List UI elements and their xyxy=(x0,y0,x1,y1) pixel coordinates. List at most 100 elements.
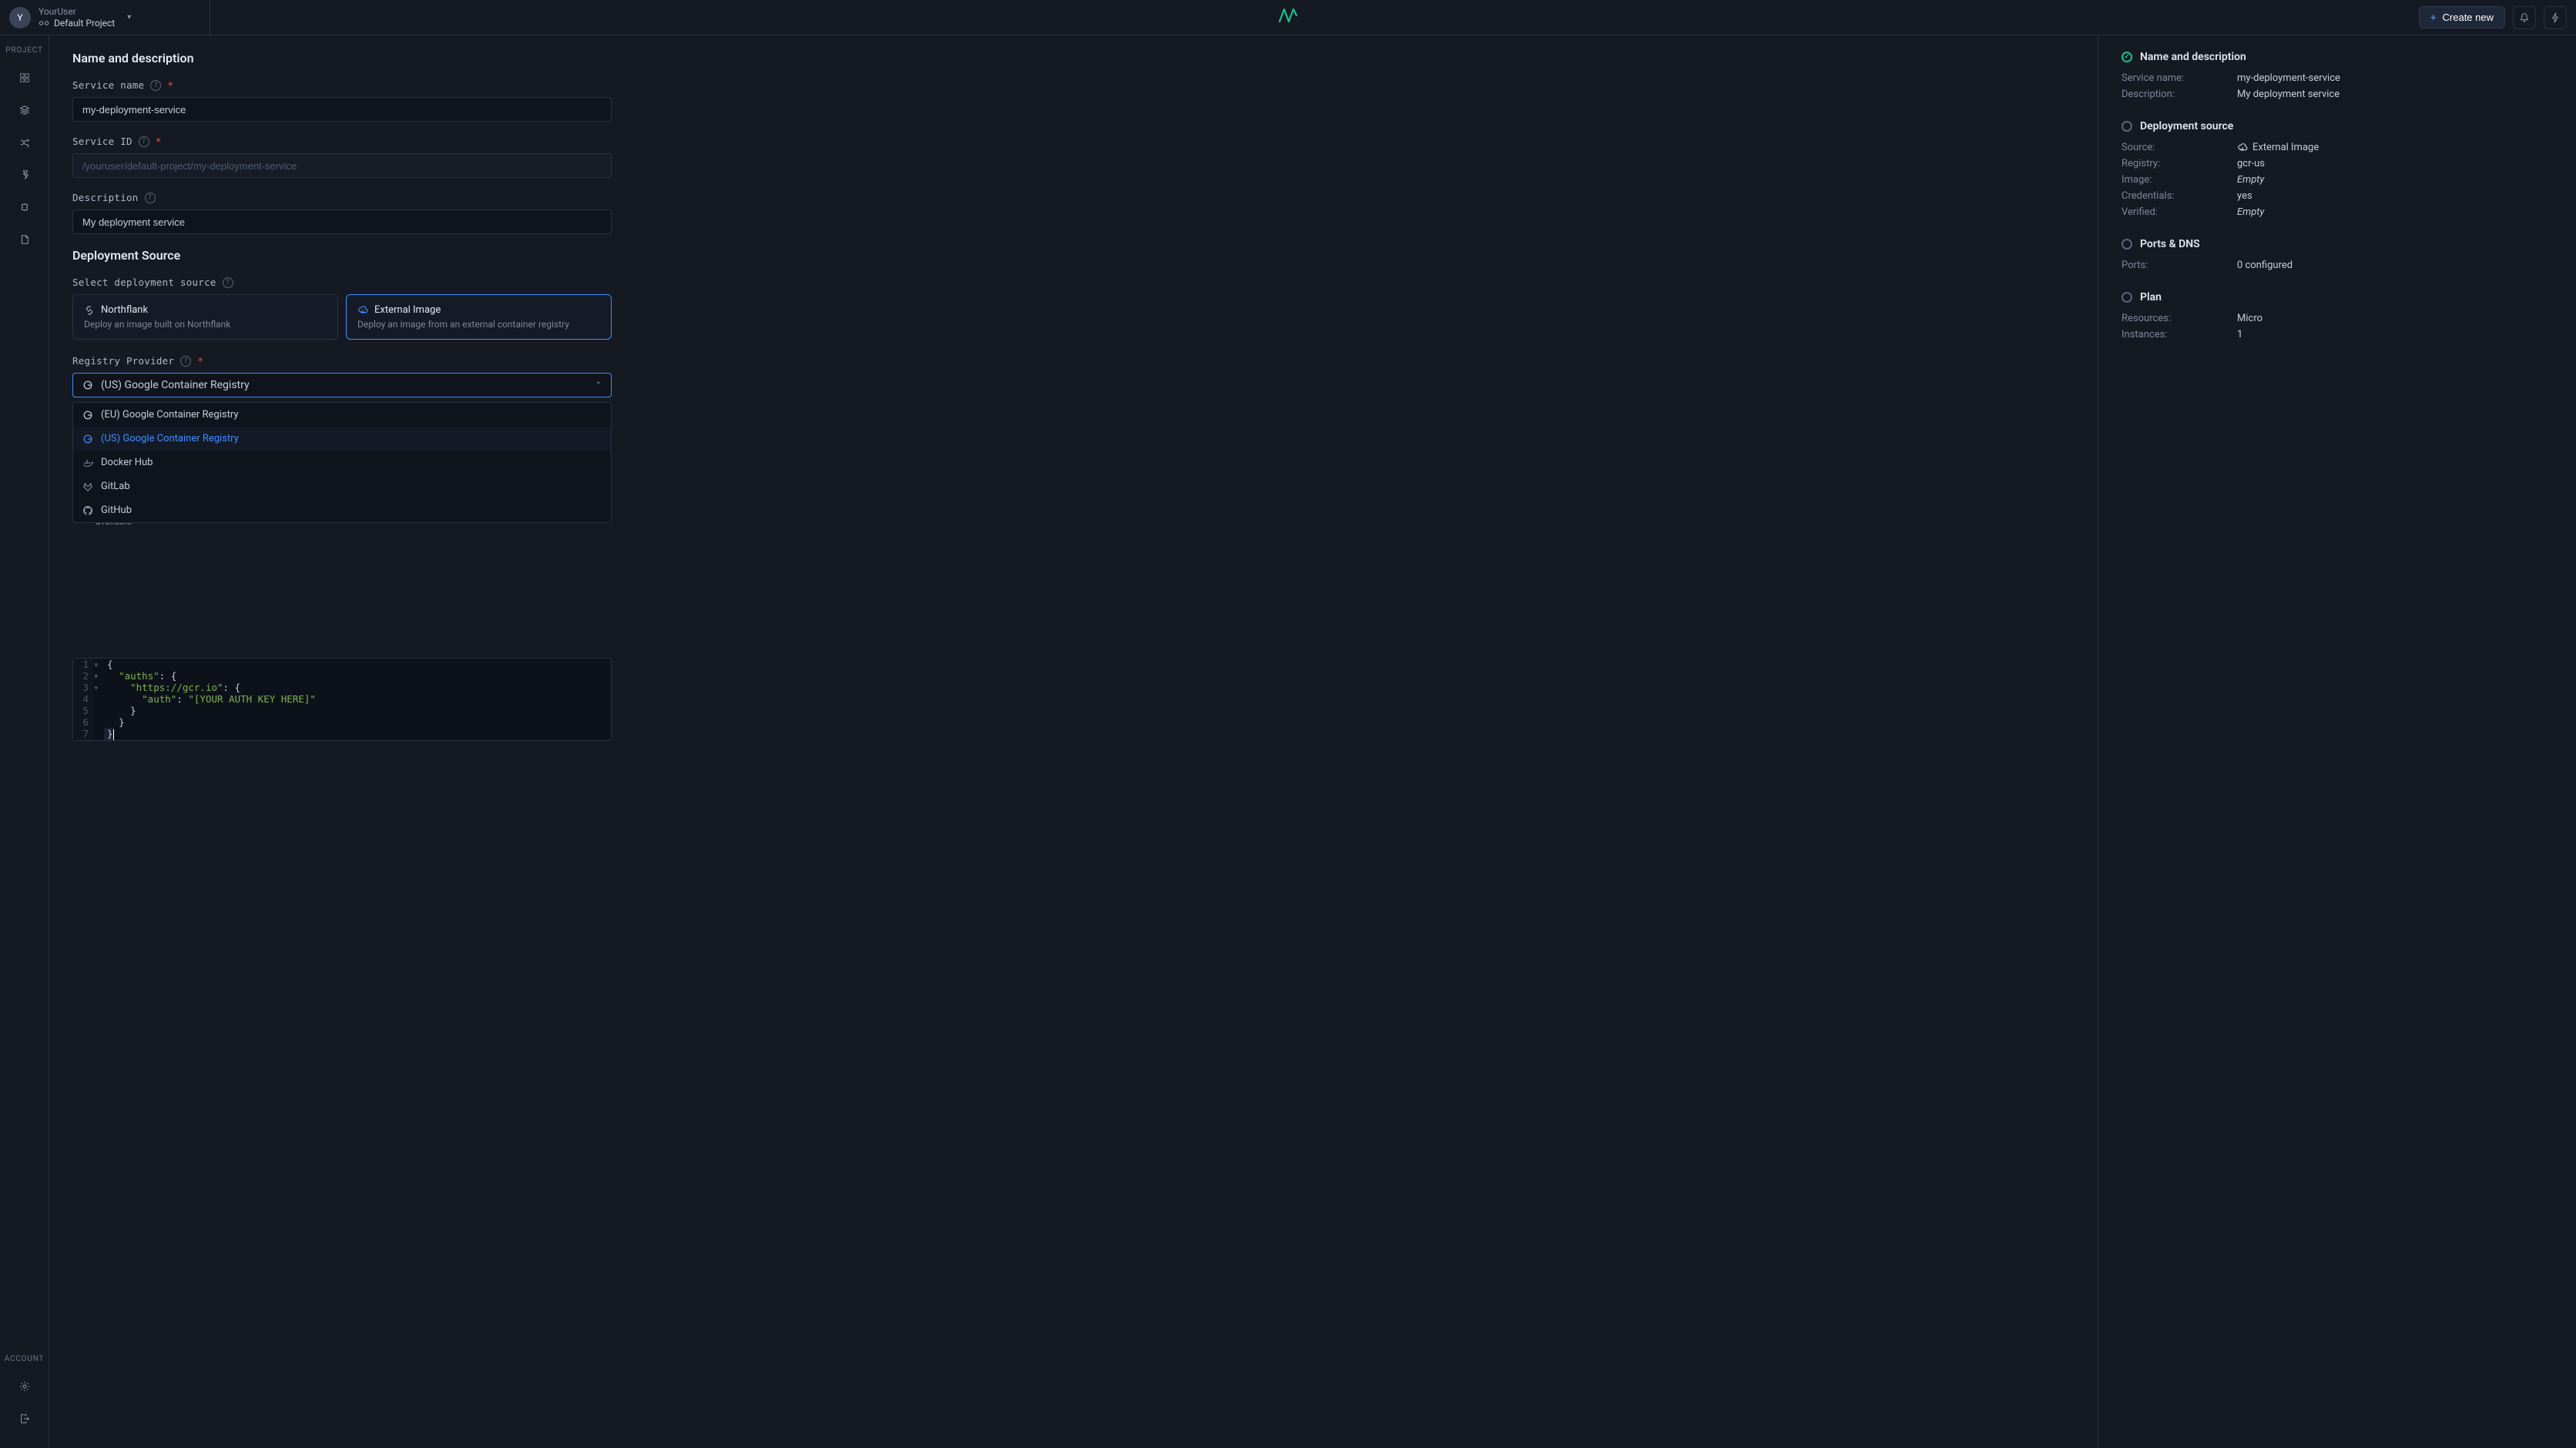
chevron-up-icon: ⌃ xyxy=(595,381,602,390)
summary-key: Image: xyxy=(2122,174,2237,186)
main-form: Name and description Service name ? * Se… xyxy=(49,35,2098,1448)
lightning-icon xyxy=(2550,12,2561,23)
help-icon[interactable]: ? xyxy=(145,193,156,203)
google-icon xyxy=(82,380,93,390)
select-source-label: Select deployment source xyxy=(72,277,216,288)
registry-option-github[interactable]: GitHub xyxy=(73,498,611,522)
summary-key: Instances: xyxy=(2122,329,2237,340)
plus-icon: + xyxy=(2430,12,2437,23)
cloud-download-icon xyxy=(357,305,368,316)
summary-value: Empty xyxy=(2237,206,2264,218)
service-name-input[interactable] xyxy=(72,97,612,122)
registry-option-eu-gcr[interactable]: (EU) Google Container Registry xyxy=(73,403,611,427)
notifications-button[interactable] xyxy=(2513,6,2536,29)
registry-option-label: (EU) Google Container Registry xyxy=(101,409,239,421)
registry-option-dockerhub[interactable]: Docker Hub xyxy=(73,451,611,474)
status-incomplete-icon xyxy=(2122,292,2132,303)
logo xyxy=(1278,8,1298,27)
sidebar-jobs[interactable] xyxy=(11,161,39,189)
summary-section-title: Deployment source xyxy=(2140,120,2233,132)
description-label: Description xyxy=(72,192,139,203)
summary-value: External Image xyxy=(2237,142,2319,153)
credentials-editor[interactable]: 1▾{ 2▾ "auths": { 3▾ "https://gcr.io": {… xyxy=(72,658,612,741)
project-icon xyxy=(39,18,49,28)
help-icon[interactable]: ? xyxy=(223,277,233,288)
registry-dropdown: (EU) Google Container Registry (US) Goog… xyxy=(72,402,612,523)
sidebar-logout[interactable] xyxy=(11,1405,39,1433)
sidebar-pipelines[interactable] xyxy=(11,129,39,156)
source-option-title: External Image xyxy=(374,304,441,316)
section-name-desc: Name and description xyxy=(72,51,2075,65)
help-button[interactable] xyxy=(2544,6,2567,29)
chevron-down-icon: ▾ xyxy=(127,13,131,22)
required-mark: * xyxy=(156,136,162,147)
code-text: { xyxy=(107,659,113,670)
link-icon xyxy=(84,305,95,316)
summary-section-title: Name and description xyxy=(2140,51,2246,63)
registry-option-us-gcr[interactable]: (US) Google Container Registry xyxy=(73,427,611,451)
service-id-input xyxy=(72,153,612,178)
help-icon[interactable]: ? xyxy=(180,356,191,367)
status-complete-icon xyxy=(2122,52,2132,62)
service-id-label: Service ID xyxy=(72,136,132,147)
source-option-external[interactable]: External Image Deploy an image from an e… xyxy=(346,294,612,340)
summary-value: My deployment service xyxy=(2237,89,2340,100)
sidebar-settings[interactable] xyxy=(11,1373,39,1400)
registry-option-gitlab[interactable]: GitLab xyxy=(73,474,611,498)
gitlab-icon xyxy=(82,481,93,492)
registry-option-label: (US) Google Container Registry xyxy=(101,433,239,444)
current-project: Default Project xyxy=(54,18,115,28)
project-switcher[interactable]: Y YourUser Default Project ▾ xyxy=(9,6,210,28)
source-option-northflank[interactable]: Northflank Deploy an image built on Nort… xyxy=(72,294,338,340)
sidebar-services[interactable] xyxy=(11,96,39,124)
summary-value: Empty xyxy=(2237,174,2264,186)
summary-section-title: Plan xyxy=(2140,291,2162,303)
status-incomplete-icon xyxy=(2122,239,2132,250)
sidebar: Project Account xyxy=(0,35,49,1448)
sidebar-section-account: Account xyxy=(5,1355,44,1363)
bell-icon xyxy=(2519,12,2530,23)
summary-value: gcr-us xyxy=(2237,158,2265,169)
shuffle-icon xyxy=(19,137,30,148)
source-option-desc: Deploy an image built on Northflank xyxy=(84,319,327,330)
run-icon xyxy=(19,169,30,180)
create-new-button[interactable]: + Create new xyxy=(2419,6,2505,28)
registry-option-label: Docker Hub xyxy=(101,457,153,468)
registry-provider-label: Registry Provider xyxy=(72,355,174,367)
google-icon xyxy=(82,434,93,444)
create-new-label: Create new xyxy=(2443,12,2494,23)
sidebar-section-project: Project xyxy=(5,46,43,55)
status-incomplete-icon xyxy=(2122,121,2132,132)
source-option-desc: Deploy an image from an external contain… xyxy=(357,319,600,330)
summary-value: Micro xyxy=(2237,313,2262,324)
registry-provider-select[interactable]: (US) Google Container Registry ⌃ xyxy=(72,373,612,397)
registry-option-label: GitHub xyxy=(101,504,132,516)
sidebar-templates[interactable] xyxy=(11,226,39,253)
summary-panel: Name and description Service name:my-dep… xyxy=(2098,35,2576,1448)
summary-section-title: Ports & DNS xyxy=(2140,238,2200,250)
sidebar-addons[interactable] xyxy=(11,193,39,221)
layers-icon xyxy=(19,105,30,116)
sidebar-dashboard[interactable] xyxy=(11,64,39,92)
required-mark: * xyxy=(167,79,173,91)
service-name-label: Service name xyxy=(72,79,144,91)
help-icon[interactable]: ? xyxy=(150,80,161,91)
summary-key: Service name: xyxy=(2122,72,2237,84)
registry-option-label: GitLab xyxy=(101,481,130,492)
source-option-title: Northflank xyxy=(101,304,148,316)
section-deployment-source: Deployment Source xyxy=(72,248,2075,263)
gear-icon xyxy=(19,1381,30,1392)
description-input[interactable] xyxy=(72,209,612,234)
google-icon xyxy=(82,410,93,421)
avatar: Y xyxy=(9,7,31,28)
username: YourUser xyxy=(39,6,115,17)
summary-key: Source: xyxy=(2122,142,2237,153)
help-icon[interactable]: ? xyxy=(139,136,149,147)
summary-key: Description: xyxy=(2122,89,2237,100)
cloud-download-icon xyxy=(2237,142,2248,153)
puzzle-icon xyxy=(19,202,30,213)
registry-selected-label: (US) Google Container Registry xyxy=(101,379,250,391)
topbar: Y YourUser Default Project ▾ + Create ne… xyxy=(0,0,2576,35)
summary-value: 1 xyxy=(2237,329,2242,340)
github-icon xyxy=(82,505,93,516)
